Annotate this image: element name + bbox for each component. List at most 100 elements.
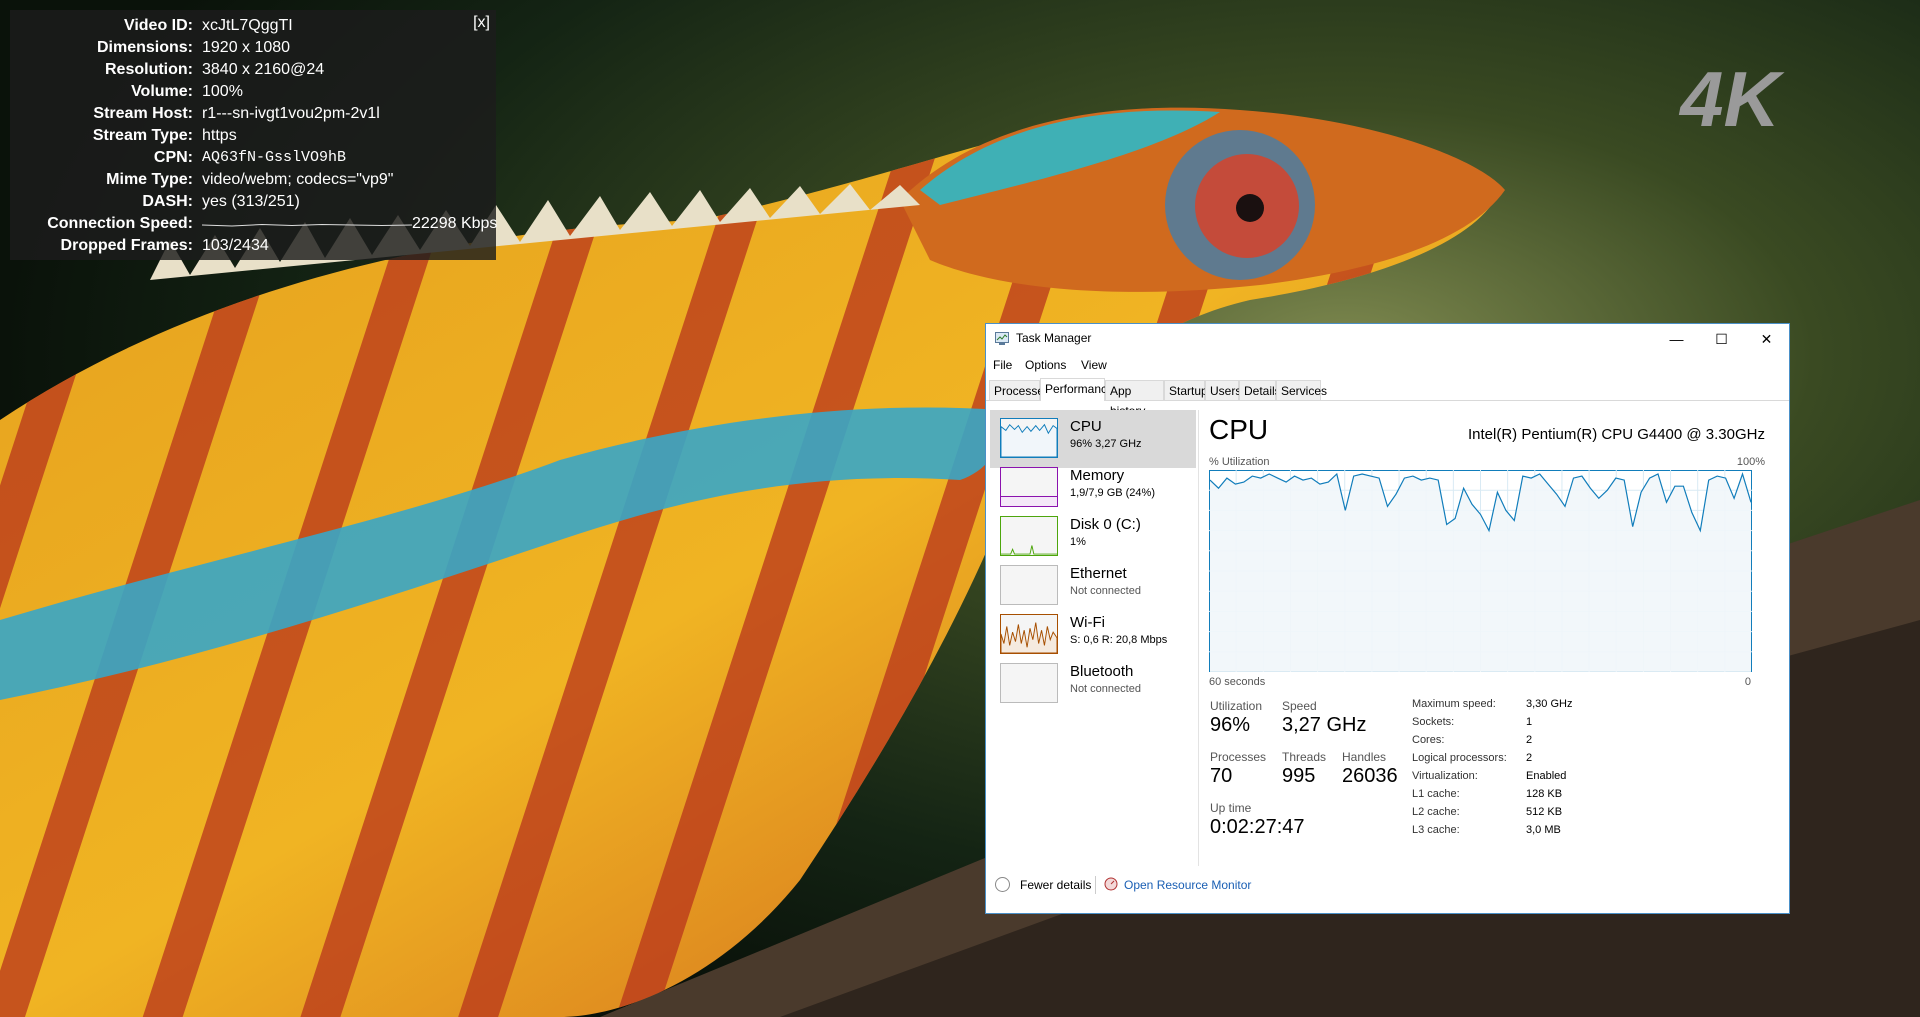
graph-min-label: 0 (1744, 676, 1751, 688)
speed-value: 3,27 GHz (1282, 714, 1367, 736)
spec-value: 2 (1526, 734, 1533, 746)
utilization-label: Utilization (1210, 699, 1263, 713)
stats-row-connection-speed: Connection Speed: 22298 Kbps (10, 213, 498, 235)
spec-key: L3 cache: (1412, 824, 1460, 836)
uptime-label: Up time (1210, 801, 1252, 815)
performance-sidebar: CPU 96% 3,27 GHz Memory 1,9/7,9 GB (24%)… (990, 410, 1196, 874)
stats-value: https (202, 127, 237, 144)
stats-row-dimensions: Dimensions: 1920 x 1080 (10, 37, 496, 59)
tab-startup[interactable]: Startup (1164, 380, 1208, 400)
cpu-model-name: Intel(R) Pentium(R) CPU G4400 @ 3.30GHz (1468, 426, 1765, 443)
stats-row-resolution: Resolution: 3840 x 2160@24 (10, 59, 496, 81)
tab-users[interactable]: Users (1205, 380, 1241, 400)
stats-value: 22298 Kbps (412, 215, 498, 232)
sidebar-item-bluetooth[interactable]: Bluetooth Not connected (990, 655, 1196, 713)
connection-speed-sparkline (202, 223, 412, 227)
spec-value: 512 KB (1526, 806, 1563, 818)
stats-key: Dropped Frames: (60, 237, 193, 254)
sidebar-item-detail: Not connected (1070, 683, 1141, 695)
processes-value: 70 (1210, 765, 1233, 787)
spec-value: 3,30 GHz (1526, 698, 1573, 710)
minimize-button[interactable]: — (1654, 324, 1699, 354)
memory-mini-graph (1000, 467, 1058, 507)
spec-key: Sockets: (1412, 716, 1455, 728)
close-button[interactable]: ✕ (1744, 324, 1789, 354)
panel-divider (1198, 410, 1199, 866)
fewer-details-button[interactable]: Fewer details (1020, 878, 1091, 892)
stats-value: AQ63fN-GsslVO9hB (202, 149, 347, 166)
maximize-button[interactable]: ☐ (1699, 324, 1744, 354)
bluetooth-mini-graph (1000, 663, 1058, 703)
title-bar[interactable]: Task Manager — ☐ ✕ (986, 324, 1789, 354)
tab-bar: Processes Performance App history Startu… (986, 378, 1789, 418)
menu-file[interactable]: File (993, 358, 1012, 372)
sidebar-item-detail: 1% (1070, 536, 1086, 548)
open-resource-monitor-link[interactable]: Open Resource Monitor (1124, 878, 1251, 892)
stats-key: Dimensions: (96, 39, 193, 56)
spec-key: Logical processors: (1412, 752, 1507, 764)
footer-divider (1095, 876, 1096, 894)
spec-row: Maximum speed: 3,30 GHz (1412, 698, 1752, 716)
spec-value: Enabled (1526, 770, 1567, 782)
stats-row-cpn: CPN: AQ63fN-GsslVO9hB (10, 147, 496, 169)
chevron-up-icon[interactable] (995, 877, 1010, 892)
spec-value: 128 KB (1526, 788, 1563, 800)
4k-logo-text: 4K (1678, 64, 1785, 136)
stats-row-dash: DASH: yes (313/251) (10, 191, 496, 213)
spec-row: Cores: 2 (1412, 734, 1752, 752)
spec-key: L2 cache: (1412, 806, 1460, 818)
stats-key: Connection Speed: (47, 215, 193, 232)
sidebar-item-detail: S: 0,6 R: 20,8 Mbps (1070, 634, 1168, 646)
stats-value: r1---sn-ivgt1vou2pm-2v1l (202, 105, 380, 122)
stats-key: Video ID: (123, 17, 193, 34)
utilization-value: 96% (1210, 714, 1251, 736)
tab-services[interactable]: Services (1276, 380, 1327, 400)
tab-app-history[interactable]: App history (1105, 380, 1164, 418)
sidebar-item-detail: 1,9/7,9 GB (24%) (1070, 487, 1155, 499)
spec-row: L1 cache: 128 KB (1412, 788, 1752, 806)
sidebar-item-detail: 96% 3,27 GHz (1070, 438, 1142, 450)
sidebar-item-label: CPU (1070, 418, 1102, 435)
spec-key: Virtualization: (1412, 770, 1478, 782)
resource-monitor-icon (1104, 877, 1118, 891)
disk-mini-graph (1000, 516, 1058, 556)
task-manager-window: Task Manager — ☐ ✕ File Options View Pro… (985, 323, 1790, 914)
graph-y-label: % Utilization (1209, 456, 1270, 468)
spec-key: Cores: (1412, 734, 1445, 746)
menu-bar: File Options View (986, 354, 1789, 376)
menu-view[interactable]: View (1081, 358, 1107, 372)
tab-performance[interactable]: Performance (1040, 378, 1114, 401)
stats-value: 103/2434 (202, 237, 269, 254)
task-manager-icon (995, 332, 1009, 345)
spec-row: Logical processors: 2 (1412, 752, 1752, 770)
footer-bar: Fewer details Open Resource Monitor (986, 870, 1789, 912)
stats-key: Volume: (131, 83, 193, 100)
panel-heading: CPU (1209, 414, 1269, 445)
spec-key: L1 cache: (1412, 788, 1460, 800)
tab-details[interactable]: Details (1239, 380, 1281, 400)
sidebar-item-label: Memory (1070, 467, 1125, 484)
spec-key: Maximum speed: (1412, 698, 1496, 710)
window-title: Task Manager (1016, 331, 1092, 345)
cpu-detail-panel: CPU Intel(R) Pentium(R) CPU G4400 @ 3.30… (1209, 410, 1769, 870)
uptime-value: 0:02:27:47 (1210, 816, 1305, 838)
handles-label: Handles (1342, 750, 1387, 764)
spec-row: Sockets: 1 (1412, 716, 1752, 734)
menu-options[interactable]: Options (1025, 358, 1066, 372)
sidebar-item-detail: Not connected (1070, 585, 1141, 597)
threads-label: Threads (1282, 750, 1327, 764)
stats-row-video-id: Video ID: xcJtL7QggTI (10, 15, 496, 37)
spec-row: Virtualization: Enabled (1412, 770, 1752, 788)
stats-value: xcJtL7QggTI (202, 17, 293, 34)
stats-row-volume: Volume: 100% (10, 81, 496, 103)
spec-row: L3 cache: 3,0 MB (1412, 824, 1752, 842)
stats-key: Resolution: (105, 61, 193, 78)
tab-processes[interactable]: Processes (989, 380, 1050, 400)
graph-max-label: 100% (1736, 456, 1765, 468)
threads-value: 995 (1282, 765, 1316, 787)
wifi-mini-graph (1000, 614, 1058, 654)
speed-label: Speed (1282, 699, 1317, 713)
spec-value: 1 (1526, 716, 1533, 728)
stats-row-dropped-frames: Dropped Frames: 103/2434 (10, 235, 496, 257)
4k-logo: 4K (1678, 64, 1785, 136)
